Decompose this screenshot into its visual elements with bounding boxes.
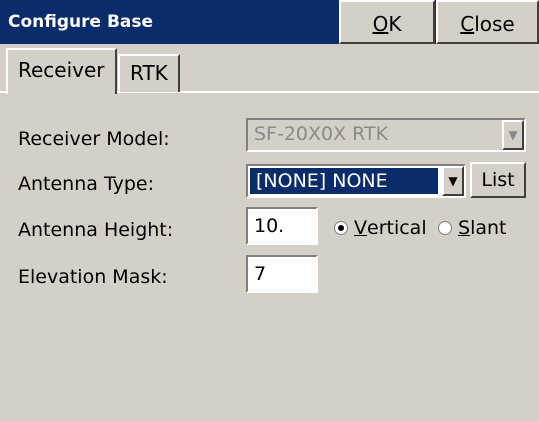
antenna-height-input[interactable]: 10. bbox=[246, 207, 318, 245]
elevation-mask-input[interactable]: 7 bbox=[246, 255, 318, 293]
list-button[interactable]: List bbox=[470, 162, 526, 198]
vertical-radio[interactable]: Vertical bbox=[334, 217, 427, 239]
receiver-model-label: Receiver Model: bbox=[18, 128, 170, 150]
vertical-mnemonic: V bbox=[354, 217, 367, 239]
title-bar: Configure Base OK Close bbox=[0, 0, 539, 44]
ok-button[interactable]: OK bbox=[339, 0, 435, 44]
antenna-type-label: Antenna Type: bbox=[18, 173, 154, 195]
tab-receiver[interactable]: Receiver bbox=[6, 48, 117, 94]
antenna-height-value: 10. bbox=[254, 215, 285, 237]
antenna-height-label: Antenna Height: bbox=[18, 219, 174, 241]
ok-label-rest: K bbox=[388, 12, 402, 36]
radio-checked-icon bbox=[334, 221, 348, 235]
close-mnemonic: C bbox=[460, 12, 475, 36]
slant-radio[interactable]: Slant bbox=[438, 217, 506, 239]
slant-label-rest: lant bbox=[470, 217, 507, 239]
ok-mnemonic: O bbox=[372, 12, 389, 36]
antenna-type-value: [NONE] NONE bbox=[250, 168, 438, 194]
receiver-model-value: SF-20X0X RTK bbox=[254, 123, 389, 145]
close-label-rest: lose bbox=[474, 12, 515, 36]
configure-base-dialog: Configure Base OK Close Receiver RTK Rec… bbox=[0, 0, 539, 421]
elevation-mask-value: 7 bbox=[254, 263, 267, 285]
vertical-label-rest: ertical bbox=[367, 217, 427, 239]
chevron-down-icon: ▼ bbox=[502, 120, 524, 150]
slant-mnemonic: S bbox=[458, 217, 471, 239]
window-title: Configure Base bbox=[8, 12, 154, 32]
elevation-mask-label: Elevation Mask: bbox=[18, 266, 168, 288]
receiver-model-select: SF-20X0X RTK ▼ bbox=[246, 118, 526, 152]
radio-unchecked-icon bbox=[438, 221, 452, 235]
chevron-down-icon[interactable]: ▼ bbox=[442, 166, 464, 196]
antenna-type-select[interactable]: [NONE] NONE ▼ bbox=[246, 164, 466, 198]
tab-rtk[interactable]: RTK bbox=[118, 54, 180, 92]
close-button[interactable]: Close bbox=[436, 0, 539, 44]
